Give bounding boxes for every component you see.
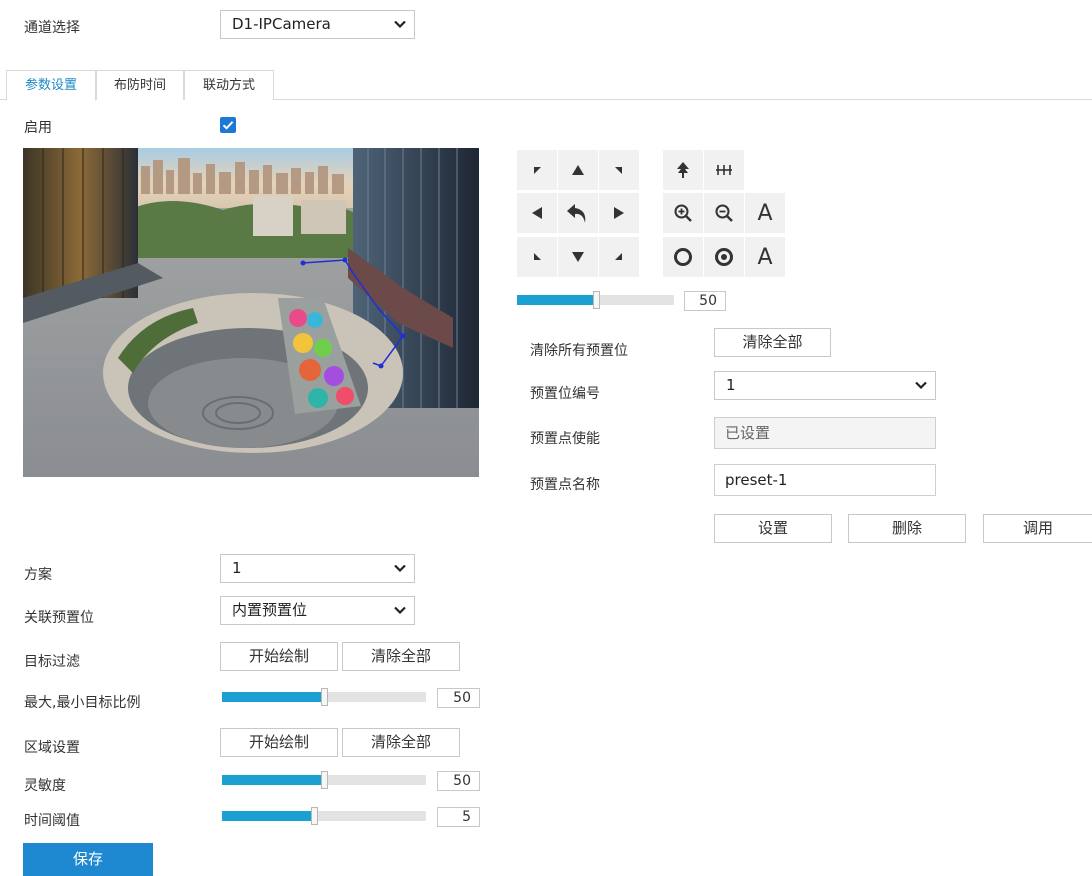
preset-enable-label: 预置点使能 bbox=[530, 431, 600, 447]
time-threshold-value[interactable]: 5 bbox=[437, 807, 480, 827]
wiper-icon bbox=[716, 165, 732, 175]
ptz-up-button[interactable] bbox=[558, 150, 598, 190]
preset-number-label: 预置位编号 bbox=[530, 386, 600, 402]
ptz-left-button[interactable] bbox=[517, 193, 557, 233]
area-setting-label: 区域设置 bbox=[24, 740, 80, 756]
sensitivity-value[interactable]: 50 bbox=[437, 771, 480, 791]
preset-name-label: 预置点名称 bbox=[530, 477, 600, 493]
time-threshold-thumb[interactable] bbox=[311, 807, 318, 825]
ptz-speed-value[interactable]: 50 bbox=[684, 291, 726, 311]
save-button[interactable]: 保存 bbox=[23, 843, 153, 876]
channel-select-value: D1-IPCamera bbox=[232, 15, 331, 33]
ptz-right-button[interactable] bbox=[599, 193, 639, 233]
video-preview[interactable] bbox=[23, 148, 479, 477]
zoom-out-icon bbox=[715, 204, 733, 222]
tab-linkage[interactable]: 联动方式 bbox=[184, 70, 274, 100]
plan-select[interactable]: 1 bbox=[220, 554, 415, 583]
iris-close-icon bbox=[715, 248, 733, 266]
sensitivity-slider[interactable] bbox=[222, 771, 426, 789]
up-right-arrow-icon bbox=[615, 167, 622, 174]
auto-focus-letter: A bbox=[757, 200, 773, 226]
time-threshold-label: 时间阈值 bbox=[24, 813, 80, 829]
ptz-auto-focus-button[interactable]: A bbox=[745, 193, 785, 233]
left-arrow-icon bbox=[532, 207, 542, 219]
time-threshold-slider[interactable] bbox=[222, 807, 426, 825]
ptz-zoom-out-button[interactable] bbox=[704, 193, 744, 233]
target-filter-start-draw-button[interactable]: 开始绘制 bbox=[220, 642, 338, 671]
plan-label: 方案 bbox=[24, 567, 52, 583]
preset-enable-field: 已设置 bbox=[714, 417, 936, 449]
linked-preset-select[interactable]: 内置预置位 bbox=[220, 596, 415, 625]
linked-preset-select-value: 内置预置位 bbox=[232, 601, 308, 619]
sensitivity-thumb[interactable] bbox=[321, 771, 328, 789]
target-filter-clear-all-button[interactable]: 清除全部 bbox=[342, 642, 460, 671]
chevron-down-icon bbox=[915, 381, 927, 390]
ptz-fan-button[interactable] bbox=[663, 150, 703, 190]
target-ratio-slider[interactable] bbox=[222, 688, 426, 706]
ptz-wiper-button[interactable] bbox=[704, 150, 744, 190]
ptz-up-right-button[interactable] bbox=[599, 150, 639, 190]
target-ratio-thumb[interactable] bbox=[321, 688, 328, 706]
ptz-auto-iris-button[interactable]: A bbox=[745, 237, 785, 277]
ptz-speed-fill bbox=[517, 295, 596, 305]
preset-delete-button[interactable]: 删除 bbox=[848, 514, 966, 543]
preset-number-value: 1 bbox=[726, 376, 736, 394]
zoom-in-icon bbox=[674, 204, 692, 222]
ptz-up-left-button[interactable] bbox=[517, 150, 557, 190]
plan-select-value: 1 bbox=[232, 559, 242, 577]
target-ratio-value[interactable]: 50 bbox=[437, 688, 480, 708]
enable-checkbox[interactable] bbox=[220, 117, 236, 133]
time-threshold-fill bbox=[222, 811, 314, 821]
auto-iris-letter: A bbox=[757, 244, 773, 270]
sensitivity-fill bbox=[222, 775, 324, 785]
linked-preset-label: 关联预置位 bbox=[24, 610, 94, 626]
down-left-arrow-icon bbox=[534, 253, 541, 260]
chevron-down-icon bbox=[394, 606, 406, 615]
preset-call-button[interactable]: 调用 bbox=[983, 514, 1092, 543]
ptz-down-button[interactable] bbox=[558, 237, 598, 277]
target-filter-label: 目标过滤 bbox=[24, 654, 80, 670]
chevron-down-icon bbox=[394, 564, 406, 573]
fan-icon bbox=[677, 162, 689, 178]
down-right-arrow-icon bbox=[615, 253, 622, 260]
channel-label: 通道选择 bbox=[24, 20, 80, 36]
ptz-iris-open-button[interactable] bbox=[663, 237, 703, 277]
ptz-speed-thumb[interactable] bbox=[593, 291, 600, 309]
tab-arming-time[interactable]: 布防时间 bbox=[96, 70, 184, 100]
ptz-return-button[interactable] bbox=[558, 193, 598, 233]
right-arrow-icon bbox=[614, 207, 624, 219]
chevron-down-icon bbox=[394, 20, 406, 29]
preset-number-select[interactable]: 1 bbox=[714, 371, 936, 400]
target-ratio-label: 最大,最小目标比例 bbox=[24, 695, 141, 711]
check-icon bbox=[222, 121, 234, 130]
camera-scene-image bbox=[23, 148, 479, 477]
ptz-speed-slider[interactable] bbox=[517, 291, 674, 309]
ptz-down-left-button[interactable] bbox=[517, 237, 557, 277]
up-arrow-icon bbox=[572, 165, 584, 175]
ptz-down-right-button[interactable] bbox=[599, 237, 639, 277]
enable-label: 启用 bbox=[24, 120, 52, 136]
area-start-draw-button[interactable]: 开始绘制 bbox=[220, 728, 338, 757]
ptz-iris-close-button[interactable] bbox=[704, 237, 744, 277]
ptz-zoom-in-button[interactable] bbox=[663, 193, 703, 233]
preset-set-button[interactable]: 设置 bbox=[714, 514, 832, 543]
preset-name-input[interactable]: preset-1 bbox=[714, 464, 936, 496]
return-icon bbox=[567, 204, 586, 223]
sensitivity-label: 灵敏度 bbox=[24, 778, 66, 794]
clear-all-presets-label: 清除所有预置位 bbox=[530, 343, 628, 359]
clear-all-presets-button[interactable]: 清除全部 bbox=[714, 328, 831, 357]
up-left-arrow-icon bbox=[534, 167, 541, 174]
down-arrow-icon bbox=[572, 252, 584, 262]
area-clear-all-button[interactable]: 清除全部 bbox=[342, 728, 460, 757]
tab-params[interactable]: 参数设置 bbox=[6, 70, 96, 101]
target-ratio-fill bbox=[222, 692, 324, 702]
iris-open-icon bbox=[674, 248, 692, 266]
channel-select[interactable]: D1-IPCamera bbox=[220, 10, 415, 39]
